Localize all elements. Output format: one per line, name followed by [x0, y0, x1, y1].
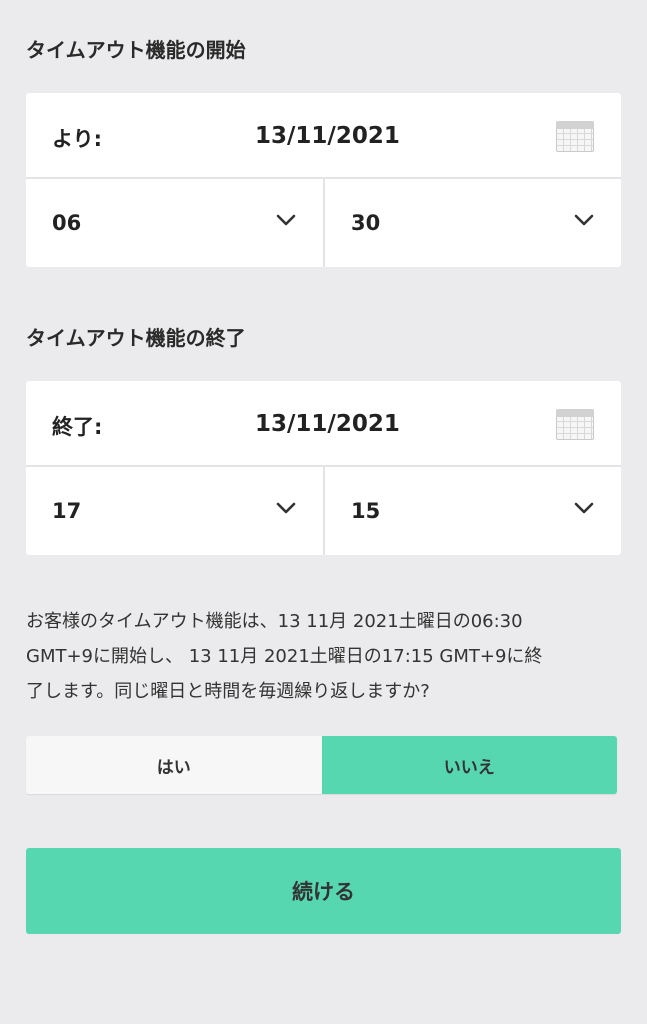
chevron-down-icon: [574, 214, 594, 226]
chevron-down-icon: [276, 214, 296, 226]
timeout-summary-text: お客様のタイムアウト機能は、13 11月 2021土曜日の06:30 GMT+9…: [26, 604, 616, 709]
summary-line-2: GMT+9に開始し、 13 11月 2021土曜日の17:15 GMT+9に終: [26, 646, 543, 667]
start-minute-select[interactable]: 30: [323, 179, 621, 267]
end-section-title: タイムアウト機能の終了: [26, 326, 246, 350]
chevron-down-icon: [276, 502, 296, 514]
repeat-weekly-toggle: はい いいえ: [26, 736, 617, 794]
calendar-icon[interactable]: [556, 121, 594, 152]
start-card: より: 13/11/2021 06 30: [26, 93, 621, 267]
start-date-label: より:: [52, 127, 102, 151]
end-card: 終了: 13/11/2021 17 15: [26, 381, 621, 555]
start-hour-select[interactable]: 06: [26, 179, 323, 267]
start-date-field[interactable]: より: 13/11/2021: [26, 93, 621, 179]
yes-option[interactable]: はい: [26, 736, 322, 794]
start-section-title: タイムアウト機能の開始: [26, 38, 246, 62]
end-date-value[interactable]: 13/11/2021: [255, 411, 400, 437]
continue-button[interactable]: 続ける: [26, 848, 621, 934]
chevron-down-icon: [574, 502, 594, 514]
start-hour-value: 06: [52, 211, 82, 235]
end-hour-select[interactable]: 17: [26, 467, 323, 555]
end-date-label: 終了:: [52, 415, 103, 439]
end-hour-value: 17: [52, 499, 82, 523]
calendar-icon[interactable]: [556, 409, 594, 440]
summary-line-1: お客様のタイムアウト機能は、13 11月 2021土曜日の06:30: [26, 611, 523, 632]
start-date-value[interactable]: 13/11/2021: [255, 123, 400, 149]
start-minute-value: 30: [351, 211, 381, 235]
end-minute-select[interactable]: 15: [323, 467, 621, 555]
summary-line-3: 了します。同じ曜日と時間を毎週繰り返しますか?: [26, 681, 430, 702]
end-date-field[interactable]: 終了: 13/11/2021: [26, 381, 621, 467]
end-minute-value: 15: [351, 499, 381, 523]
no-option[interactable]: いいえ: [321, 736, 617, 794]
